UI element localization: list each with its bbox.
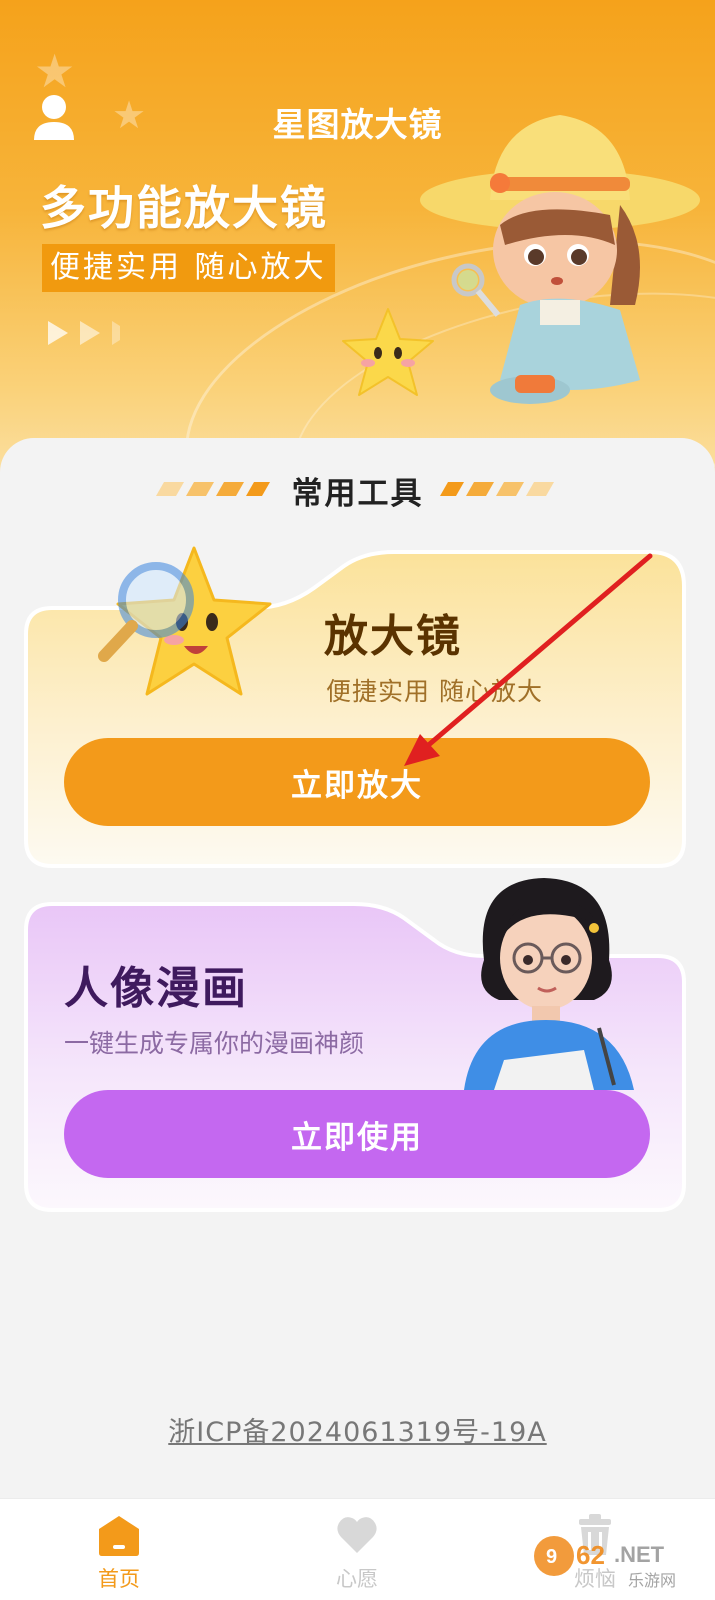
tool-title: 人像漫画 (64, 963, 248, 1014)
svg-text:乐游网: 乐游网 (628, 1571, 676, 1590)
woman-avatar-illustration (464, 878, 634, 1090)
home-icon (99, 1516, 139, 1556)
star-mascot-icon (342, 308, 434, 396)
hero-subline: 便捷实用 随心放大 (42, 244, 335, 292)
nav-item-home[interactable]: 首页 (0, 1499, 238, 1600)
stripes-decoration-icon (440, 482, 554, 496)
svg-text:62: 62 (576, 1540, 605, 1570)
magnify-now-button[interactable]: 立即放大 (64, 738, 650, 826)
tool-title: 放大镜 (324, 611, 462, 662)
portrait-comic-tool-card[interactable]: 人像漫画 一键生成专属你的漫画神颜 立即使用 (24, 878, 692, 1215)
tool-description: 便捷实用 随心放大 (326, 677, 543, 706)
star-decoration-icon: ★ (34, 44, 76, 98)
tool-description: 一键生成专属你的漫画神颜 (64, 1029, 365, 1058)
nav-label: 首页 (98, 1567, 140, 1591)
nav-item-wish[interactable]: 心愿 (238, 1499, 476, 1600)
section-header: 常用工具 (0, 468, 715, 512)
play-arrows-icon (48, 321, 120, 345)
svg-text:.NET: .NET (614, 1542, 665, 1567)
nav-label: 心愿 (336, 1567, 378, 1591)
use-now-button[interactable]: 立即使用 (64, 1090, 650, 1178)
star-with-magnifier-icon (98, 546, 272, 696)
tools-panel: 常用工具 放大镜 便捷实用 随心放大 立即放大 人像漫画 一键生成专属你的漫画神… (0, 438, 715, 1498)
icp-license-link[interactable]: 浙ICP备2024061319号-19A (0, 1410, 715, 1449)
magnifier-tool-card[interactable]: 放大镜 便捷实用 随心放大 立即放大 (24, 546, 692, 872)
girl-illustration (420, 115, 700, 404)
heart-icon (337, 1517, 377, 1553)
site-watermark-logo: 9 62 .NET 乐游网 (534, 1536, 676, 1590)
hero-headline: 多功能放大镜 (40, 181, 328, 235)
section-title: 常用工具 (291, 476, 424, 512)
svg-text:9: 9 (546, 1546, 557, 1568)
